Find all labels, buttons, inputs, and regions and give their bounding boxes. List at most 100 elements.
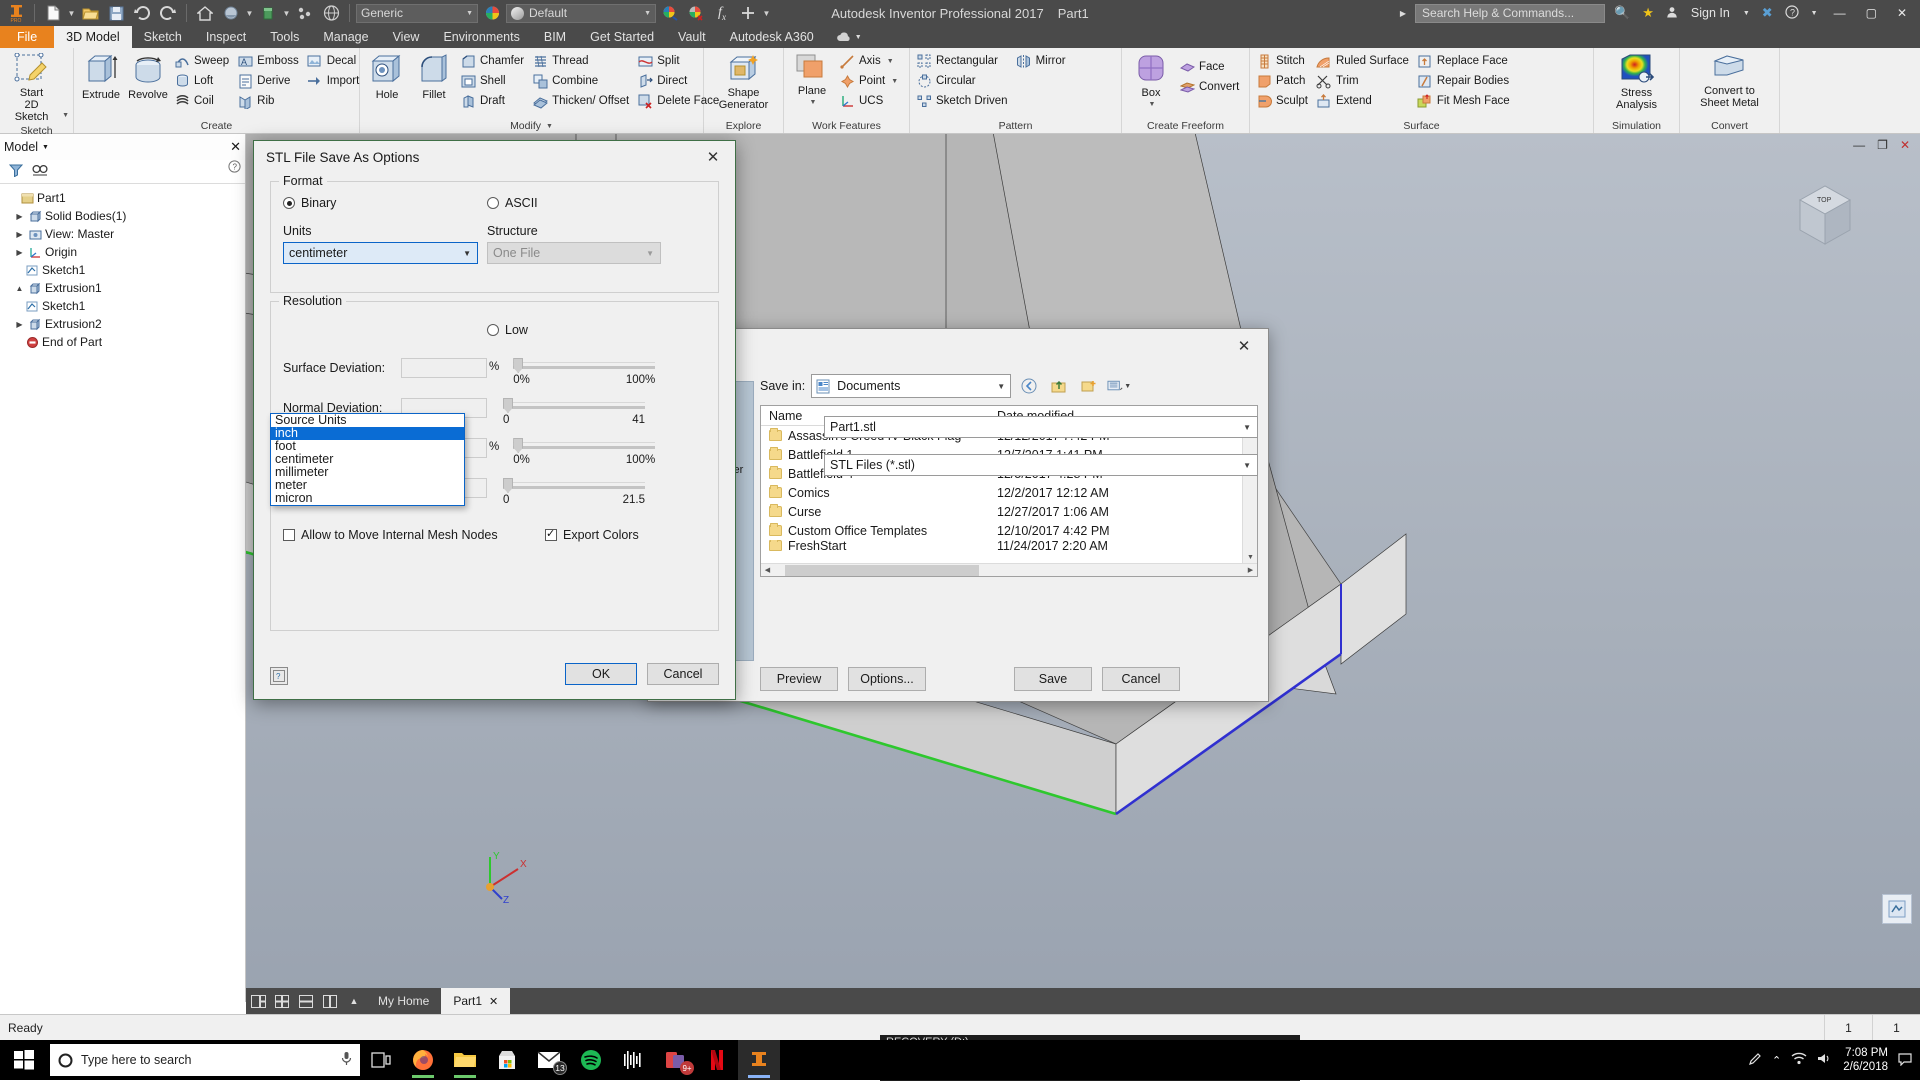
microsoft-store-icon[interactable] [486, 1040, 528, 1080]
start-sketch-caret-icon[interactable]: ▼ [62, 112, 69, 125]
chevron-up-icon[interactable]: ⌃ [1772, 1054, 1781, 1067]
low-radio[interactable]: Low [487, 323, 528, 337]
new-document-icon[interactable] [41, 2, 65, 24]
material-icon[interactable] [256, 2, 280, 24]
mail-icon[interactable]: 13 [528, 1040, 570, 1080]
material-caret-icon[interactable]: ▼ [282, 9, 291, 18]
tab-bim[interactable]: BIM [532, 26, 578, 48]
save-as-dialog[interactable]: ✕ A360 Content Center Files Save in: [647, 328, 1269, 702]
taskbar-search-input[interactable]: Type here to search [50, 1044, 360, 1076]
tab-3d-model[interactable]: 3D Model [54, 26, 132, 48]
undo-icon[interactable] [130, 2, 154, 24]
qat-overflow-caret-icon[interactable]: ▼ [762, 9, 771, 18]
browser-help-icon[interactable]: ? [228, 160, 241, 176]
tree-expander-5[interactable]: ▲ [14, 284, 25, 293]
shell-button[interactable]: Shell [458, 71, 529, 91]
shape-generator-button[interactable]: Shape Generator [714, 51, 774, 113]
filename-input[interactable]: Part1.stl ▼ [824, 416, 1258, 438]
firefox-icon[interactable] [402, 1040, 444, 1080]
tree-item-extrusion1[interactable]: ▲ Extrusion1 [0, 279, 245, 297]
close-button[interactable]: ✕ [1890, 6, 1914, 20]
tree-expander-3[interactable]: ▶ [14, 248, 25, 257]
adjust-appearance-icon[interactable] [658, 2, 682, 24]
appearance-combo[interactable]: Default ▼ [506, 3, 656, 23]
fit-mesh-face-button[interactable]: Fit Mesh Face [1415, 91, 1515, 111]
slider-thumb[interactable] [513, 358, 524, 373]
extend-button[interactable]: Extend [1314, 91, 1414, 111]
save-as-close-button[interactable]: ✕ [1224, 333, 1264, 359]
scroll-down-icon[interactable]: ▼ [1243, 551, 1258, 563]
scroll-left-icon[interactable]: ◀ [761, 564, 774, 576]
modify-panel-caret-icon[interactable]: ▼ [546, 123, 553, 130]
tab-view[interactable]: View [381, 26, 432, 48]
scroll-right-icon[interactable]: ▶ [1244, 564, 1257, 576]
start-button[interactable] [0, 1040, 48, 1080]
pen-icon[interactable] [1748, 1052, 1762, 1069]
units-option-micron[interactable]: micron [271, 492, 464, 505]
task-view-icon[interactable] [360, 1040, 402, 1080]
options-button[interactable]: Options... [848, 667, 926, 691]
max-edge-length-slider[interactable] [513, 438, 656, 453]
help-icon[interactable]: ? [270, 667, 288, 685]
tree-item-sketch1-a[interactable]: Sketch1 [0, 261, 245, 279]
close-icon[interactable]: ✕ [489, 995, 498, 1008]
audacity-icon[interactable] [612, 1040, 654, 1080]
start-2d-sketch-button[interactable]: Start 2D Sketch [4, 51, 59, 125]
new-folder-icon[interactable] [1077, 374, 1101, 398]
office-icon[interactable]: 9+ [654, 1040, 696, 1080]
sign-in-button[interactable]: Sign In [1687, 6, 1734, 20]
draft-button[interactable]: Draft [458, 91, 529, 111]
point-button[interactable]: Point ▼ [837, 71, 903, 91]
convert-button[interactable]: Convert [1177, 77, 1244, 97]
material-combo[interactable]: Generic ▼ [356, 3, 478, 23]
hscroll-thumb[interactable] [785, 564, 979, 576]
ascii-radio[interactable]: ASCII [487, 196, 538, 210]
search-icon[interactable]: 🔍 [1611, 5, 1633, 21]
navigation-helper-button[interactable] [1882, 894, 1912, 924]
star-icon[interactable]: ★ [1639, 5, 1657, 21]
export-colors-checkbox[interactable]: Export Colors [545, 527, 639, 542]
grid-icon[interactable] [270, 989, 294, 1013]
tree-item-end-of-part[interactable]: End of Part [0, 333, 245, 351]
find-icon[interactable] [32, 164, 48, 180]
ilogic-icon[interactable] [293, 2, 317, 24]
table-row[interactable]: Custom Office Templates 12/10/2017 4:42 … [761, 521, 1257, 540]
extrude-button[interactable]: Extrude [78, 51, 124, 103]
doc-tab-my-home[interactable]: My Home [366, 988, 441, 1014]
plane-caret-icon[interactable]: ▼ [810, 97, 817, 109]
trim-button[interactable]: Trim [1314, 71, 1414, 91]
thread-button[interactable]: Thread [530, 51, 634, 71]
point-caret-icon[interactable]: ▼ [891, 78, 898, 85]
vertical-icon[interactable] [318, 989, 342, 1013]
help-circle-icon[interactable]: ? [1782, 4, 1802, 22]
sketch-driven-button[interactable]: Sketch Driven [914, 91, 1013, 111]
search-dropdown-caret-icon[interactable]: ▶ [1397, 9, 1409, 18]
box-caret-icon[interactable]: ▼ [1149, 99, 1156, 111]
view-cube[interactable]: TOP [1782, 174, 1868, 260]
rectangular-pattern-button[interactable]: Rectangular [914, 51, 1013, 71]
viewport-minimize-button[interactable]: — [1853, 138, 1865, 152]
slider-thumb[interactable] [513, 438, 524, 453]
notifications-icon[interactable] [1898, 1052, 1912, 1069]
viewport-restore-button[interactable]: ❐ [1877, 138, 1888, 152]
browser-close-icon[interactable]: ✕ [230, 139, 241, 155]
arrow-up-icon[interactable]: ▲ [342, 989, 366, 1013]
home-icon[interactable] [193, 2, 217, 24]
patch-button[interactable]: Patch [1254, 71, 1313, 91]
new-document-caret-icon[interactable]: ▼ [67, 9, 76, 18]
exchange-apps-icon[interactable]: ✖ [1759, 5, 1776, 21]
save-button[interactable]: Save [1014, 667, 1092, 691]
tab-manage[interactable]: Manage [311, 26, 380, 48]
doc-tab-part1[interactable]: Part1 ✕ [441, 988, 511, 1014]
help-caret-icon[interactable]: ▼ [1808, 10, 1821, 17]
stl-cancel-button[interactable]: Cancel [647, 663, 719, 685]
face-button[interactable]: Face [1177, 57, 1244, 77]
table-row[interactable]: Curse 12/27/2017 1:06 AM [761, 502, 1257, 521]
tile-icon[interactable] [246, 989, 270, 1013]
stress-analysis-button[interactable]: Stress Analysis [1611, 51, 1662, 113]
slider-thumb[interactable] [503, 398, 513, 413]
tree-item-extrusion2[interactable]: ▶ Extrusion2 [0, 315, 245, 333]
add-to-qat-icon[interactable] [736, 2, 760, 24]
redo-icon[interactable] [156, 2, 180, 24]
save-icon[interactable] [104, 2, 128, 24]
